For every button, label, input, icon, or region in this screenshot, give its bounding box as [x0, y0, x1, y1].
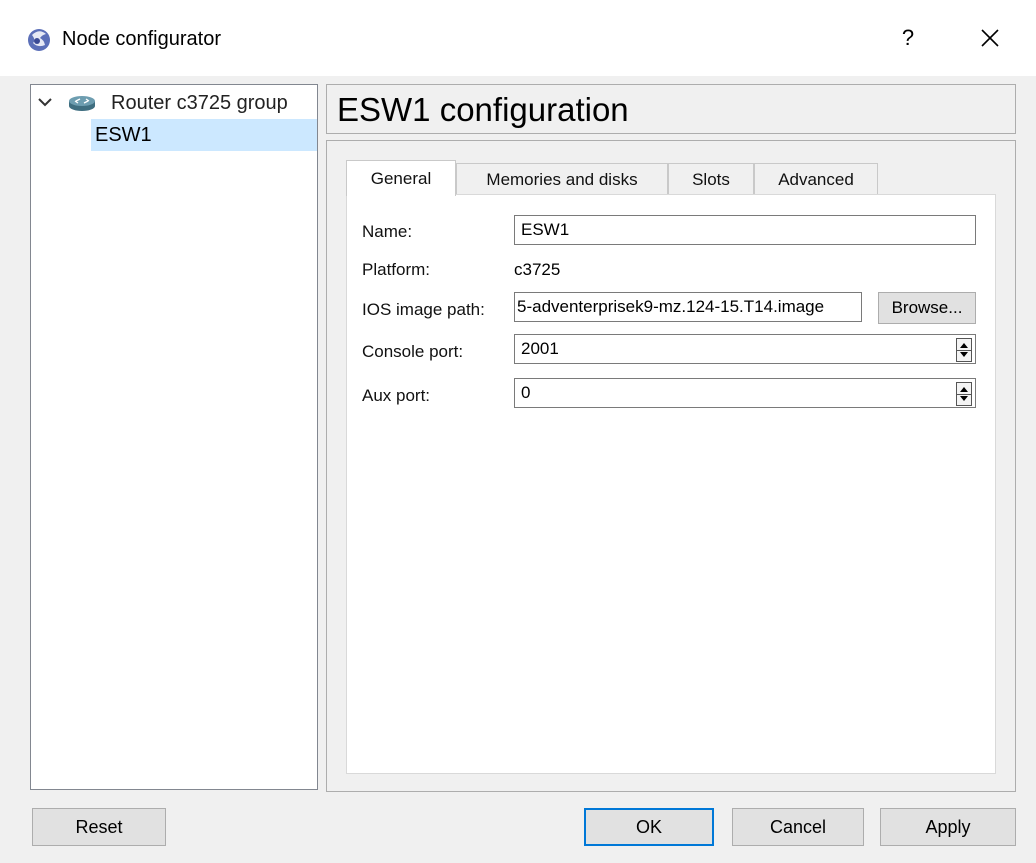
- spin-divider: [957, 350, 971, 351]
- aux-port-field[interactable]: 0: [514, 378, 976, 408]
- tab-advanced[interactable]: Advanced: [754, 163, 878, 195]
- platform-label: Platform:: [362, 260, 431, 279]
- tab-bar: General Memories and disks Slots Advance…: [346, 160, 986, 196]
- page-title: ESW1 configuration: [337, 91, 629, 128]
- window-title: Node configurator: [62, 28, 221, 50]
- aux-port-value: 0: [521, 383, 531, 402]
- console-port-value: 2001: [521, 339, 559, 358]
- close-icon: [980, 29, 1000, 60]
- tree-item-esw1[interactable]: ESW1: [91, 119, 317, 151]
- tab-general[interactable]: General: [346, 160, 456, 196]
- tree-group-router-c3725[interactable]: Router c3725 group: [31, 85, 317, 119]
- ios-image-path-field[interactable]: 5-adventerprisek9-mz.124-15.T14.image: [514, 292, 862, 322]
- title-bar: Node configurator ?: [0, 0, 1036, 76]
- tree-group-label: Router c3725 group: [111, 92, 288, 114]
- platform-value: c3725: [514, 260, 561, 279]
- configuration-header: ESW1 configuration: [326, 84, 1016, 134]
- browse-button[interactable]: Browse...: [878, 292, 976, 324]
- router-icon: [67, 93, 97, 113]
- reset-button[interactable]: Reset: [32, 808, 166, 846]
- node-tree[interactable]: Router c3725 group ESW1: [30, 84, 318, 790]
- tab-slots[interactable]: Slots: [668, 163, 754, 195]
- tab-memories-and-disks[interactable]: Memories and disks: [456, 163, 668, 195]
- apply-button[interactable]: Apply: [880, 808, 1016, 846]
- chevron-down-icon[interactable]: [37, 94, 53, 110]
- spin-up-icon[interactable]: [960, 387, 968, 392]
- name-label: Name:: [362, 222, 413, 241]
- console-port-field[interactable]: 2001: [514, 334, 976, 364]
- ios-image-path-label: IOS image path:: [362, 300, 485, 319]
- spin-down-icon[interactable]: [960, 396, 968, 401]
- tree-item-label: ESW1: [95, 124, 152, 146]
- aux-port-label: Aux port:: [362, 386, 431, 405]
- spin-divider: [957, 394, 971, 395]
- spin-down-icon[interactable]: [960, 352, 968, 357]
- help-button[interactable]: ?: [880, 20, 936, 56]
- close-button[interactable]: [962, 20, 1018, 56]
- spin-up-icon[interactable]: [960, 343, 968, 348]
- console-port-label: Console port:: [362, 342, 464, 361]
- console-port-stepper[interactable]: [956, 338, 972, 362]
- name-field[interactable]: ESW1: [514, 215, 976, 245]
- cancel-button[interactable]: Cancel: [732, 808, 864, 846]
- gns3-app-icon: [26, 26, 52, 52]
- ok-button[interactable]: OK: [584, 808, 714, 846]
- aux-port-stepper[interactable]: [956, 382, 972, 406]
- general-tab-page: [346, 194, 996, 774]
